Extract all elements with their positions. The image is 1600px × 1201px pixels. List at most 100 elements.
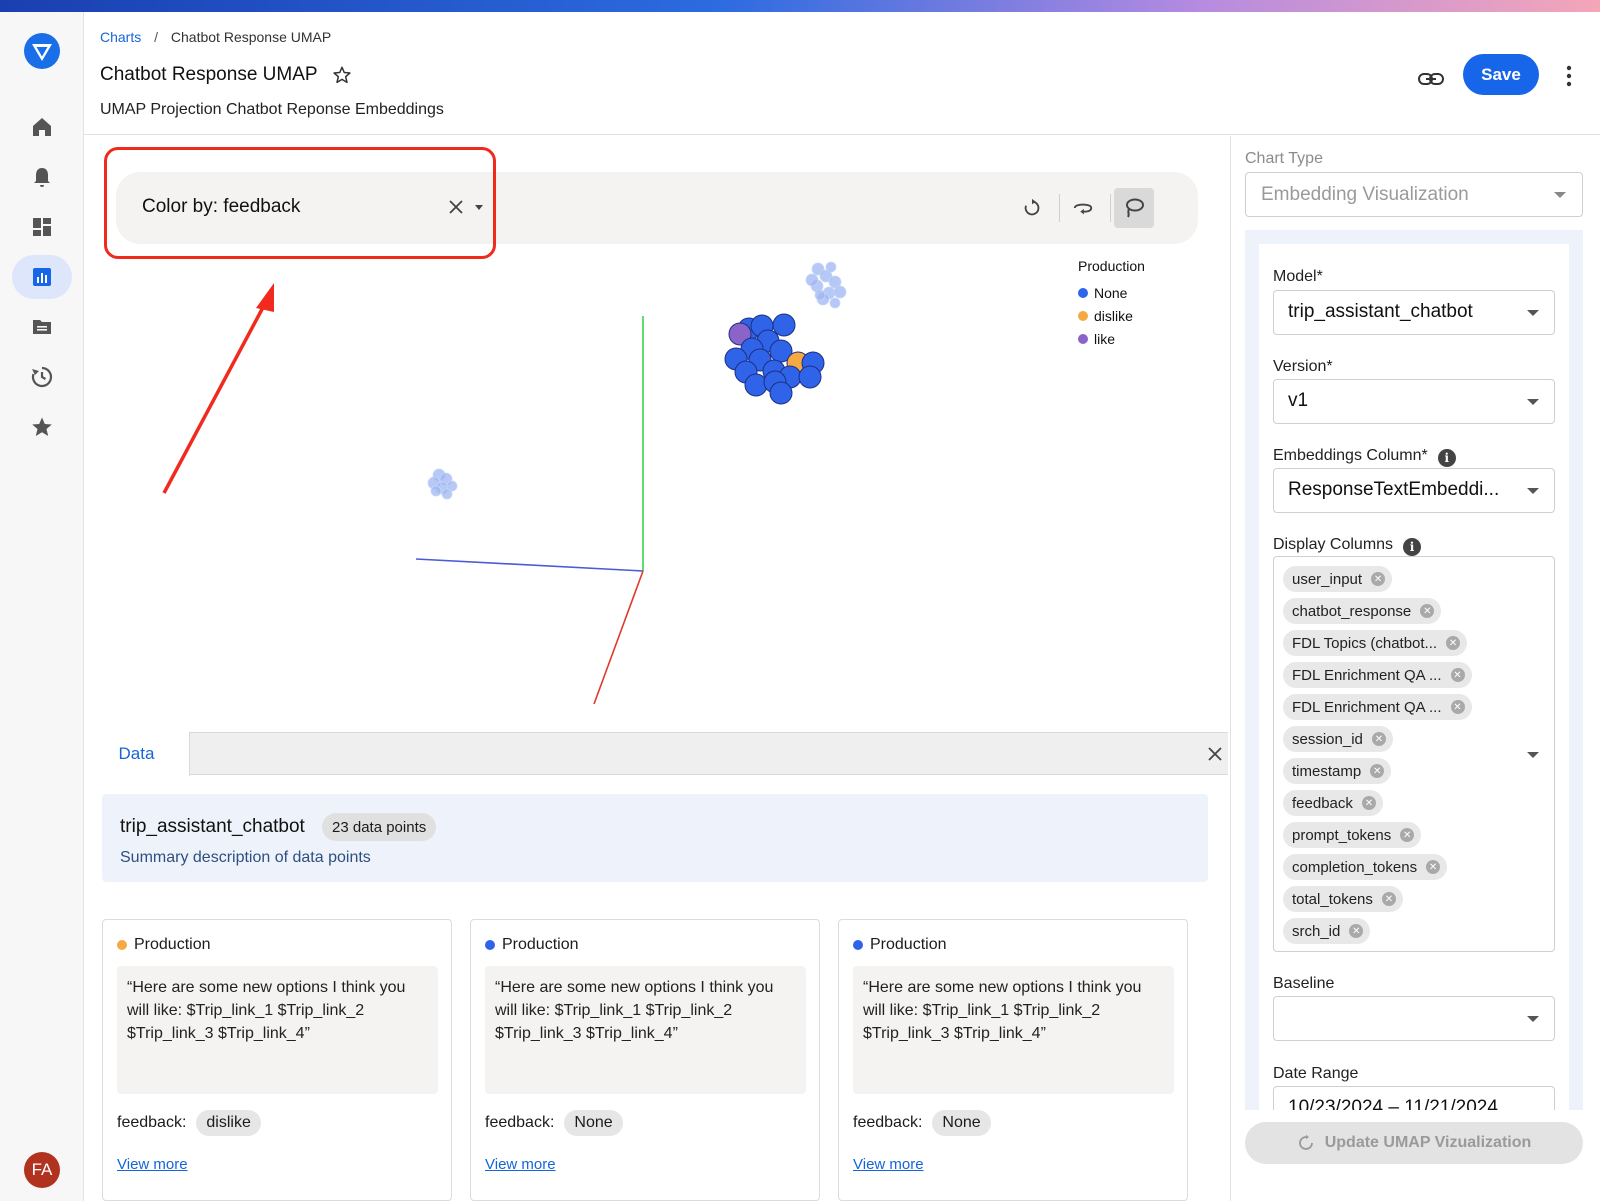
point-none [772, 313, 796, 337]
feedback-label: feedback: [485, 1114, 555, 1131]
page-header: Charts / Chatbot Response UMAP Chatbot R… [84, 12, 1600, 135]
rotate-button[interactable] [1063, 188, 1103, 228]
save-button[interactable]: Save [1463, 54, 1539, 95]
baseline-select[interactable] [1273, 996, 1555, 1041]
column-chip: total_tokens ✕ [1283, 886, 1403, 912]
nav-dashboards[interactable] [12, 205, 72, 249]
card-quote: “Here are some new options I think you w… [485, 966, 806, 1094]
chevron-down-icon[interactable] [1527, 752, 1539, 758]
model-select[interactable]: trip_assistant_chatbot [1273, 290, 1555, 335]
embeddings-select[interactable]: ResponseTextEmbeddi... [1273, 468, 1555, 513]
chip-remove-icon[interactable]: ✕ [1361, 796, 1376, 810]
faded-cluster-left[interactable] [427, 468, 458, 500]
chip-label: session_id [1292, 730, 1363, 748]
data-point-card: Production “Here are some new options I … [470, 919, 820, 1201]
date-range-input[interactable]: 10/23/2024 – 11/21/2024 [1273, 1086, 1555, 1110]
version-value: v1 [1288, 390, 1309, 411]
user-avatar[interactable]: FA [24, 1152, 60, 1188]
update-umap-button[interactable]: Update UMAP Vizualization [1245, 1122, 1583, 1164]
summary-model-name: trip_assistant_chatbot [120, 816, 305, 837]
chart-type-label: Chart Type [1245, 150, 1323, 167]
plot-legend: Production None dislike like [1078, 258, 1145, 350]
chip-remove-icon[interactable]: ✕ [1426, 860, 1441, 874]
nav-history[interactable] [12, 355, 72, 399]
page-subtitle: UMAP Projection Chatbot Reponse Embeddin… [100, 101, 444, 118]
data-point-card: Production “Here are some new options I … [102, 919, 452, 1201]
date-range-value: 10/23/2024 – 11/21/2024 [1288, 1097, 1498, 1110]
chip-remove-icon[interactable]: ✕ [1420, 604, 1435, 618]
legend-item-none[interactable]: None [1078, 281, 1145, 304]
faded-cluster-top[interactable] [805, 261, 847, 309]
chart-type-value: Embedding Visualization [1261, 184, 1469, 205]
card-quote: “Here are some new options I think you w… [853, 966, 1174, 1094]
status-dot [117, 940, 127, 950]
column-chip: FDL Topics (chatbot... ✕ [1283, 630, 1468, 656]
nav-favorites[interactable] [12, 405, 72, 449]
chip-remove-icon[interactable]: ✕ [1450, 700, 1465, 714]
breadcrumb-separator: / [154, 29, 159, 45]
info-icon[interactable]: i [1437, 449, 1456, 467]
chart-icon [33, 268, 51, 286]
point-none [769, 381, 793, 405]
axis-x-line [415, 558, 644, 572]
annotation-arrow-head [256, 283, 274, 312]
breadcrumb-charts-link[interactable]: Charts [100, 29, 141, 45]
chip-label: user_input [1292, 570, 1363, 588]
point-none [798, 365, 822, 389]
reset-view-button[interactable] [1012, 188, 1052, 228]
favorite-star-icon[interactable] [332, 65, 352, 85]
legend-label: like [1094, 330, 1116, 347]
chip-remove-icon[interactable]: ✕ [1450, 668, 1465, 682]
nav-home[interactable] [12, 105, 72, 149]
version-select[interactable]: v1 [1273, 379, 1555, 424]
legend-item-like[interactable]: like [1078, 327, 1145, 350]
embeddings-value: ResponseTextEmbeddi... [1288, 479, 1500, 500]
chip-remove-icon[interactable]: ✕ [1381, 892, 1396, 906]
lasso-select-button[interactable] [1114, 188, 1154, 228]
legend-item-dislike[interactable]: dislike [1078, 304, 1145, 327]
status-dot [853, 940, 863, 950]
nav-projects[interactable] [12, 305, 72, 349]
embeddings-label: Embeddings Column* [1273, 447, 1428, 464]
top-gradient-bar [0, 0, 1600, 12]
info-icon[interactable]: i [1403, 538, 1422, 556]
status-dot [485, 940, 495, 950]
chip-remove-icon[interactable]: ✕ [1370, 764, 1385, 778]
main-cluster[interactable] [724, 313, 825, 405]
app-logo-icon[interactable] [23, 32, 61, 70]
config-form: Model* trip_assistant_chatbot Version* v… [1259, 244, 1569, 1110]
home-icon [33, 118, 51, 136]
chip-remove-icon[interactable]: ✕ [1349, 924, 1364, 938]
chip-remove-icon[interactable]: ✕ [1446, 636, 1461, 650]
data-panel: Data trip_assistant_chatbot 23 data poin… [84, 732, 1228, 1201]
display-columns-label-row: Display Columns i [1273, 536, 1422, 556]
chip-remove-icon[interactable]: ✕ [1371, 732, 1386, 746]
card-env: Production [117, 936, 211, 954]
history-icon [31, 366, 53, 388]
display-columns-select[interactable]: user_input ✕ chatbot_response ✕ FDL Topics… [1273, 556, 1555, 952]
view-more-link[interactable]: View more [485, 1156, 556, 1173]
column-chip: chatbot_response ✕ [1283, 598, 1442, 624]
view-more-link[interactable]: View more [853, 1156, 924, 1173]
config-sidebar: Chart Type Embedding Visualization Model… [1230, 136, 1600, 1201]
close-icon[interactable] [1206, 745, 1224, 763]
page-title: Chatbot Response UMAP [100, 64, 318, 85]
more-options-icon[interactable] [1558, 64, 1580, 88]
chip-remove-icon[interactable]: ✕ [1400, 828, 1415, 842]
chart-type-select[interactable]: Embedding Visualization [1245, 172, 1583, 217]
nav-charts[interactable] [12, 255, 72, 299]
card-env: Production [485, 936, 579, 954]
column-chip: FDL Enrichment QA ... ✕ [1283, 694, 1472, 720]
legend-label: None [1094, 284, 1128, 301]
feedback-value-pill: None [932, 1110, 991, 1136]
annotation-highlight-box [104, 147, 496, 259]
annotation-arrow-shaft [162, 297, 270, 494]
card-quote: “Here are some new options I think you w… [117, 966, 438, 1094]
chip-remove-icon[interactable]: ✕ [1371, 572, 1386, 586]
tab-data[interactable]: Data [84, 732, 190, 776]
copy-link-icon[interactable] [1416, 64, 1446, 94]
legend-title: Production [1078, 258, 1145, 274]
nav-alerts[interactable] [12, 155, 72, 199]
view-more-link[interactable]: View more [117, 1156, 188, 1173]
refresh-icon [1024, 198, 1040, 216]
